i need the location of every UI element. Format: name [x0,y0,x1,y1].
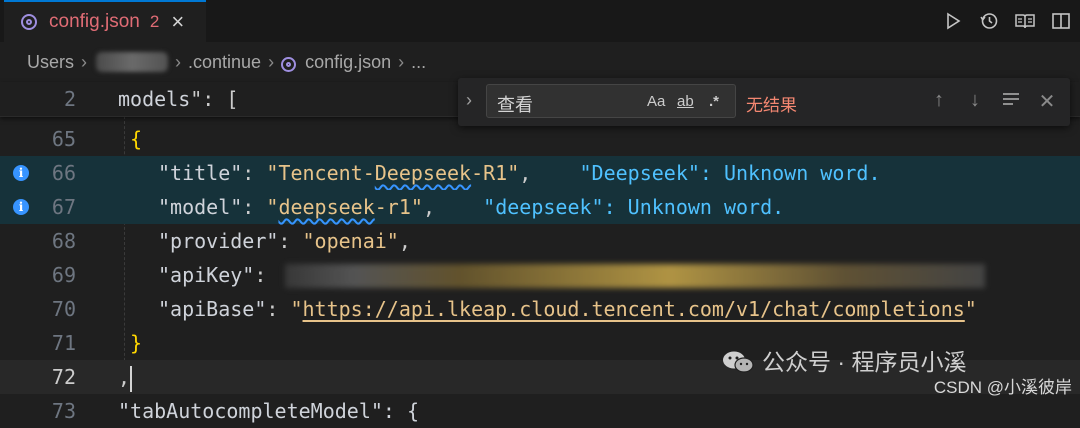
line-number: 69 [51,263,76,287]
code-line-73[interactable]: 73 "tabAutocompleteModel": { [0,394,1080,428]
json-key: "provider" [158,229,279,253]
close-icon[interactable]: × [171,9,184,35]
line-number: 71 [51,331,76,355]
code-line-68[interactable]: 68 "provider": "openai", [0,224,1080,258]
find-widget: › 查看 Aa ab .* 无结果 ↑ ↓ ✕ [458,78,1070,126]
line-number: 73 [51,399,76,423]
continue-file-icon [281,56,297,72]
chevron-right-icon: › [81,51,88,72]
line-number: 68 [51,229,76,253]
breadcrumb-continue[interactable]: .continue [188,52,261,73]
tab-problem-count: 2 [149,12,160,31]
inline-diagnostic: "deepseek": Unknown word. [483,195,785,219]
json-key: "model" [158,195,243,219]
code-line-66[interactable]: i 66 "title": "Tencent-Deepseek-R1", "De… [0,156,1080,190]
redacted-username [96,52,169,72]
breadcrumb-users[interactable]: Users [27,52,74,73]
toggle-replace-chevron-icon[interactable]: › [466,90,472,111]
continue-file-icon [21,14,37,30]
json-key: "apiKey" [158,263,255,287]
split-editor-icon[interactable] [1048,8,1074,34]
run-icon[interactable] [940,8,966,34]
code-line-67[interactable]: i 67 "model": "deepseek-r1", "deepseek":… [0,190,1080,224]
line-number: 65 [51,127,76,151]
editor-toolbar [940,8,1074,34]
tab-filename: config.json [49,11,140,32]
arrow-up-icon[interactable]: ↑ [928,89,950,113]
open-brace: { [130,127,143,151]
json-value: "openai" [302,229,399,253]
json-key: "title" [158,161,243,185]
breadcrumb: Users › › .continue › config.json › ... [0,42,1080,82]
find-result-status: 无结果 [746,96,797,115]
tab-config-json[interactable]: config.json 2 × [4,0,206,42]
find-input[interactable]: 查看 Aa ab .* [486,84,736,118]
preview-icon[interactable] [1012,8,1038,34]
redacted-api-key [285,264,985,288]
spelling-squiggle: Deepseek [374,161,472,185]
url-link[interactable]: https://api.lkeap.cloud.tencent.com/v1/c… [303,297,965,321]
find-query: 查看 [497,95,533,115]
wechat-watermark: 公众号 · 程序员小溪 [722,343,966,377]
chevron-right-icon: › [175,51,182,72]
line-number: 72 [51,365,76,389]
code-line-70[interactable]: 70 "apiBase": "https://api.lkeap.cloud.t… [0,292,1080,326]
inline-diagnostic: "Deepseek": Unknown word. [579,161,881,185]
json-key: "apiBase" [158,297,267,321]
whole-word-toggle[interactable]: ab [677,93,694,110]
find-in-selection-icon[interactable] [1000,89,1022,113]
line-number: 67 [51,195,76,219]
wechat-logo-icon [723,351,754,373]
spelling-squiggle: deepseek [278,195,375,219]
regex-toggle[interactable]: .* [709,93,719,110]
chevron-right-icon: › [268,51,275,72]
csdn-watermark: CSDN @小溪彼岸 [933,378,1072,397]
arrow-down-icon[interactable]: ↓ [964,89,986,113]
tab-bar: config.json 2 × [0,0,1080,42]
match-case-toggle[interactable]: Aa [647,93,665,110]
json-key: models [118,87,191,111]
breadcrumb-ellipsis[interactable]: ... [411,52,426,73]
code-line-69[interactable]: 69 "apiKey": [0,258,1080,292]
line-number: 2 [63,87,76,111]
code-line-65[interactable]: 65 { [0,122,1080,156]
history-icon[interactable] [976,8,1002,34]
line-number: 70 [51,297,76,321]
close-brace: } [130,331,143,355]
close-icon[interactable]: ✕ [1036,89,1058,113]
watermark-text: 公众号 · 程序员小溪 [762,349,967,375]
chevron-right-icon: › [398,51,405,72]
line-number: 66 [51,161,76,185]
text-cursor [130,365,133,392]
breadcrumb-config-json[interactable]: config.json [305,52,391,73]
